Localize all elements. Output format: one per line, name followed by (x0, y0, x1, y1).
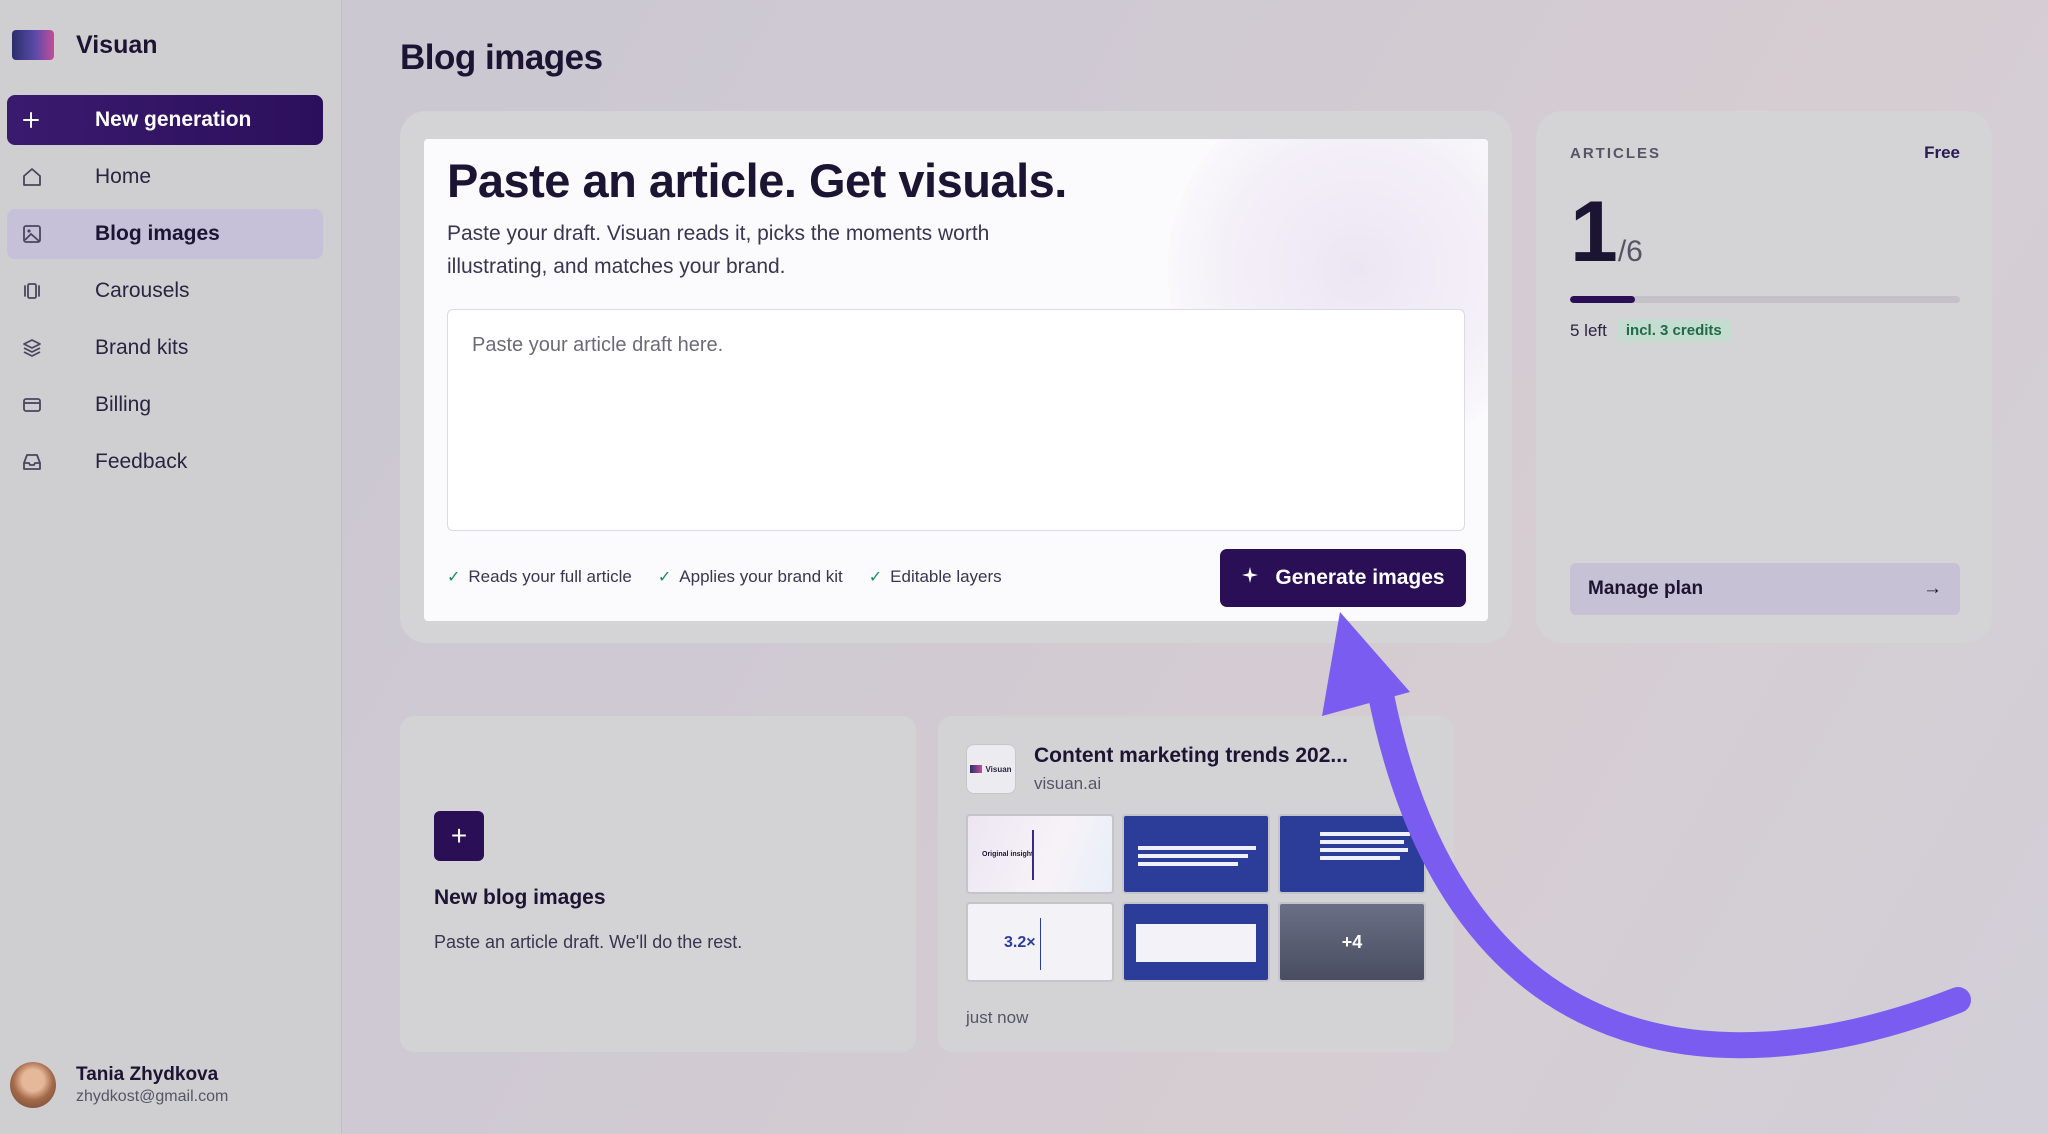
post-timestamp: just now (966, 1008, 1029, 1027)
usage-progress-bar (1570, 296, 1960, 303)
thumbnail-line (1138, 854, 1248, 858)
credit-card-icon (21, 393, 61, 417)
arrow-right-icon: → (1923, 578, 1942, 599)
articles-remaining: 5 left incl. 3 credits (1570, 319, 1731, 342)
generator-headline: Paste an article. Get visuals. (447, 154, 1067, 207)
thumbnail-line (1320, 848, 1408, 852)
sidebar-item-label: New generation (95, 108, 252, 131)
page-title: Blog images (400, 38, 603, 77)
sidebar-item-new-generation[interactable]: New generation (7, 95, 323, 145)
feature-label: Editable layers (890, 567, 1002, 586)
remaining-count: 5 left (1570, 320, 1607, 340)
generator-panel: Paste an article. Get visuals. Paste you… (424, 139, 1488, 621)
check-icon: ✓ (447, 569, 461, 586)
generate-images-button[interactable]: Generate images (1220, 549, 1466, 607)
sidebar-item-label: Billing (95, 393, 152, 416)
avatar (10, 1062, 56, 1108)
thumbnail-line (1320, 832, 1410, 836)
manage-plan-label: Manage plan (1588, 578, 1704, 599)
user-email: zhydkost@gmail.com (76, 1088, 229, 1105)
thumbnail[interactable]: Original insight (966, 814, 1114, 894)
sidebar-item-label: Blog images (95, 222, 220, 245)
articles-used: 1 (1570, 184, 1618, 280)
brand[interactable]: Visuan (12, 30, 158, 60)
feature-label: Applies your brand kit (679, 567, 843, 586)
image-icon (21, 222, 61, 246)
sidebar-item-label: Home (95, 165, 152, 188)
user-name: Tania Zhydkova (76, 1064, 219, 1085)
generate-button-label: Generate images (1275, 566, 1445, 589)
feature-item: ✓ Editable layers (869, 567, 1002, 587)
credits-badge: incl. 3 credits (1616, 319, 1731, 342)
sidebar-item-brand-kits[interactable]: Brand kits (7, 323, 323, 373)
sidebar-item-carousels[interactable]: Carousels (7, 266, 323, 316)
sidebar-item-label: Brand kits (95, 336, 189, 359)
thumbnail[interactable] (1122, 814, 1270, 894)
post-logo: Visuan (966, 744, 1016, 794)
sidebar-nav: New generation Home Blog images Carousel… (7, 95, 323, 494)
usage-progress-fill (1570, 296, 1635, 303)
sidebar-item-billing[interactable]: Billing (7, 380, 323, 430)
articles-usage-card: ARTICLES Free 1 /6 5 left incl. 3 credit… (1536, 111, 1992, 643)
feature-label: Reads your full article (468, 567, 632, 586)
new-card-title: New blog images (434, 886, 606, 909)
thumbnail-divider (1040, 918, 1041, 970)
plus-icon (21, 108, 61, 132)
feature-item: ✓ Reads your full article (447, 567, 632, 587)
articles-count: 1 /6 (1570, 183, 1643, 282)
inbox-icon (21, 450, 61, 474)
thumbnail-line (1138, 846, 1256, 850)
sparkle-icon (1241, 566, 1259, 590)
home-icon (21, 165, 61, 189)
thumbnail[interactable]: +4 (1278, 902, 1426, 982)
carousel-icon (21, 279, 61, 303)
recent-post-card[interactable]: Visuan Content marketing trends 202... v… (938, 716, 1454, 1052)
brand-logo (12, 30, 54, 60)
post-title: Content marketing trends 202... (1034, 744, 1348, 767)
thumbnail-text: Original insight (982, 851, 1034, 858)
sidebar: Visuan New generation Home Blog images C… (0, 0, 342, 1134)
articles-label: ARTICLES (1570, 145, 1661, 162)
check-icon: ✓ (657, 569, 672, 586)
thumbnail[interactable] (1278, 814, 1426, 894)
feature-list: ✓ Reads your full article ✓ Applies your… (447, 567, 1002, 587)
article-draft-input[interactable] (447, 309, 1465, 531)
thumbnail-divider (1032, 830, 1034, 880)
thumbnail-line (1138, 862, 1238, 866)
articles-total: /6 (1617, 235, 1643, 268)
sidebar-item-label: Carousels (95, 279, 190, 302)
manage-plan-button[interactable]: Manage plan → (1570, 563, 1960, 615)
brand-name: Visuan (76, 30, 158, 59)
sidebar-item-feedback[interactable]: Feedback (7, 437, 323, 487)
check-icon: ✓ (868, 569, 883, 586)
thumbnail-line (1320, 840, 1404, 844)
sidebar-item-home[interactable]: Home (7, 152, 323, 202)
thumbnail-line (1320, 856, 1400, 860)
brand-mark-icon (970, 765, 983, 773)
thumbnail-stat: 3.2× (1004, 934, 1036, 951)
sidebar-item-blog-images[interactable]: Blog images (7, 209, 323, 259)
generator-subtitle: Paste your draft. Visuan reads it, picks… (447, 222, 990, 278)
user-info: Tania Zhydkova zhydkost@gmail.com (76, 1064, 228, 1106)
thumbnail-grid: Original insight 3.2× +4 (966, 814, 1426, 982)
more-thumbnails-count: +4 (1341, 931, 1363, 952)
sidebar-item-label: Feedback (95, 450, 188, 473)
user-profile[interactable]: Tania Zhydkova zhydkost@gmail.com (10, 1062, 228, 1108)
new-blog-images-card[interactable]: + New blog images Paste an article draft… (400, 716, 916, 1052)
feature-item: ✓ Applies your brand kit (658, 567, 843, 587)
plus-icon: + (434, 811, 484, 861)
generator-card: Paste an article. Get visuals. Paste you… (400, 111, 1512, 643)
thumbnail-quote-box (1136, 924, 1256, 962)
thumbnail[interactable]: 3.2× (966, 902, 1114, 982)
post-domain: visuan.ai (1034, 774, 1102, 793)
plan-badge: Free (1924, 143, 1960, 162)
new-card-description: Paste an article draft. We'll do the res… (434, 932, 743, 952)
post-logo-text: Visuan (985, 764, 1012, 774)
thumbnail[interactable] (1122, 902, 1270, 982)
layers-icon (21, 336, 61, 360)
